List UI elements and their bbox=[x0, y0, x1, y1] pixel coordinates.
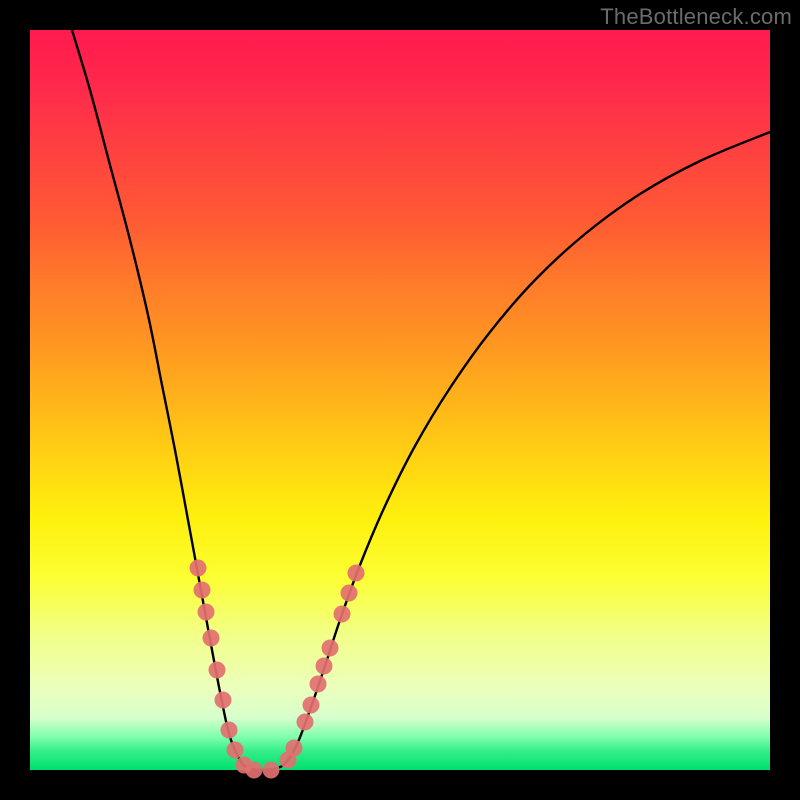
curve-right-curve bbox=[262, 132, 770, 770]
marker-dot bbox=[334, 606, 351, 623]
marker-dot bbox=[286, 740, 303, 757]
chart-frame: TheBottleneck.com bbox=[0, 0, 800, 800]
plot-area bbox=[30, 30, 770, 770]
marker-dot bbox=[316, 658, 333, 675]
marker-dot bbox=[246, 762, 263, 779]
marker-dot bbox=[221, 722, 238, 739]
curve-left-curve bbox=[72, 30, 262, 770]
marker-dot bbox=[322, 640, 339, 657]
marker-dot bbox=[263, 762, 280, 779]
marker-dot bbox=[297, 714, 314, 731]
marker-dot bbox=[209, 662, 226, 679]
marker-group bbox=[190, 560, 365, 779]
marker-dot bbox=[303, 697, 320, 714]
watermark-text: TheBottleneck.com bbox=[600, 4, 792, 30]
marker-dot bbox=[341, 585, 358, 602]
marker-dot bbox=[198, 604, 215, 621]
marker-dot bbox=[227, 742, 244, 759]
marker-dot bbox=[203, 630, 220, 647]
marker-dot bbox=[310, 676, 327, 693]
marker-dot bbox=[194, 582, 211, 599]
marker-dot bbox=[348, 565, 365, 582]
curve-group bbox=[72, 30, 770, 770]
plot-svg bbox=[30, 30, 770, 770]
marker-dot bbox=[190, 560, 207, 577]
marker-dot bbox=[215, 692, 232, 709]
